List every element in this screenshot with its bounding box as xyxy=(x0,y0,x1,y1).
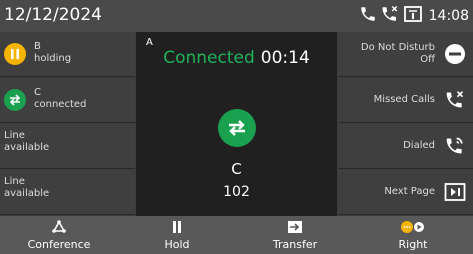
missed-calls-label: Missed Calls xyxy=(373,94,435,105)
dnd-state: Off xyxy=(420,54,435,65)
status-bar: 12/12/2024 14:08 xyxy=(0,0,473,32)
line-key-subtitle: connected xyxy=(34,99,87,110)
right-label: Right xyxy=(398,238,428,251)
feature-keys: Do Not Disturb Off Missed Calls Dialed N… xyxy=(338,32,473,216)
missed-call-icon xyxy=(443,88,467,112)
conference-button[interactable]: Conference xyxy=(0,216,118,254)
transfer-icon xyxy=(4,89,26,111)
line-key-title: B xyxy=(34,41,41,52)
line-key-subtitle: holding xyxy=(34,53,72,64)
missed-call-icon xyxy=(380,5,400,27)
line-key-title: Line xyxy=(4,130,25,141)
right-button[interactable]: Right xyxy=(354,216,472,254)
minus-circle-icon xyxy=(443,42,467,66)
transfer-button[interactable]: Transfer xyxy=(236,216,354,254)
missed-calls-key[interactable]: Missed Calls xyxy=(338,78,473,123)
transfer-call-button[interactable] xyxy=(218,109,256,147)
next-page-icon xyxy=(443,180,467,204)
status-time: 14:08 xyxy=(428,8,469,24)
line-key-c[interactable]: C connected xyxy=(0,78,135,123)
line-key-b[interactable]: B holding xyxy=(0,32,135,77)
more-icon xyxy=(354,219,472,235)
line-key-available-1[interactable]: Line available xyxy=(0,124,135,169)
conference-label: Conference xyxy=(27,238,91,251)
call-timer: 00:14 xyxy=(260,48,310,68)
line-key-available-2[interactable]: Line available xyxy=(0,170,135,215)
dnd-label: Do Not Disturb xyxy=(360,42,435,53)
line-keys: B holding C connected Line available Lin… xyxy=(0,32,135,216)
party-number: 102 xyxy=(223,184,250,200)
transfer-arrow-icon xyxy=(236,219,354,235)
hold-icon xyxy=(118,219,236,235)
softkey-bar: Conference Hold Transfer Right xyxy=(0,216,473,254)
status-icons: 14:08 xyxy=(359,5,469,27)
status-date: 12/12/2024 xyxy=(4,5,102,25)
hold-button[interactable]: Hold xyxy=(118,216,236,254)
call-status: Connected 00:14 xyxy=(136,48,337,68)
phone-icon xyxy=(359,5,377,27)
dialed-label: Dialed xyxy=(403,140,435,151)
call-status-text: Connected xyxy=(163,48,255,68)
hold-label: Hold xyxy=(164,238,190,251)
conference-icon xyxy=(0,219,118,235)
pause-icon xyxy=(4,43,26,65)
line-key-subtitle: available xyxy=(4,142,50,153)
line-letter: A xyxy=(146,37,153,48)
voicemail-icon xyxy=(403,5,423,27)
line-key-title: Line xyxy=(4,176,25,187)
transfer-label: Transfer xyxy=(272,238,318,251)
next-page-key[interactable]: Next Page xyxy=(338,170,473,215)
line-key-title: C xyxy=(34,87,41,98)
party-name: C xyxy=(231,160,242,178)
transfer-icon xyxy=(229,120,245,136)
dnd-key[interactable]: Do Not Disturb Off xyxy=(338,32,473,77)
next-page-label: Next Page xyxy=(384,186,435,197)
line-key-subtitle: available xyxy=(4,188,50,199)
dialed-key[interactable]: Dialed xyxy=(338,124,473,169)
dialed-call-icon xyxy=(443,134,467,158)
call-panel: A Connected 00:14 C 102 xyxy=(136,32,337,216)
